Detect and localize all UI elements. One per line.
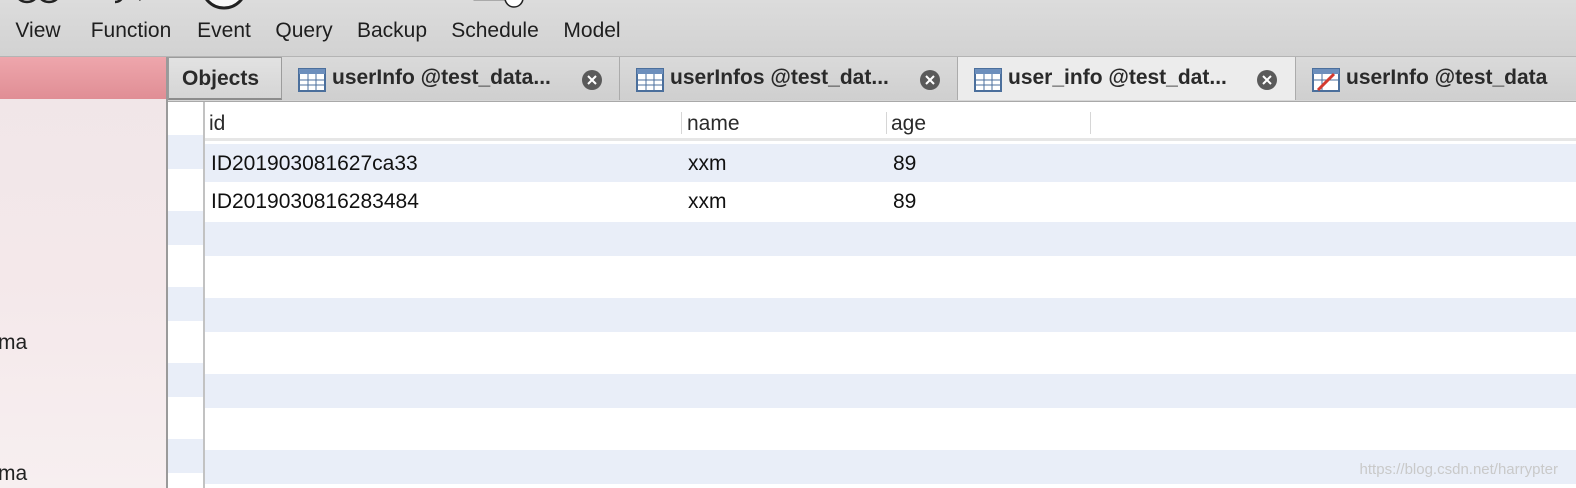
toolbar-function-label: Function bbox=[90, 19, 172, 42]
close-icon[interactable] bbox=[919, 69, 941, 91]
toolbar-view-button[interactable]: View bbox=[8, 0, 68, 56]
sidebar-selected-item[interactable] bbox=[0, 57, 166, 99]
empty-row bbox=[205, 222, 1576, 256]
column-header-age[interactable]: age bbox=[891, 112, 926, 136]
toolbar-function-button[interactable]: Function bbox=[84, 0, 178, 56]
toolbar-event-button[interactable]: Event bbox=[192, 0, 256, 56]
table-edit-icon bbox=[1312, 68, 1340, 92]
data-grid: id name age ID201903081627ca33 xxm 89 ID… bbox=[168, 102, 1576, 488]
event-clock-icon bbox=[205, 0, 243, 10]
tab-userinfo-design[interactable]: userInfo @test_data bbox=[1296, 57, 1576, 100]
empty-row bbox=[205, 298, 1576, 332]
toolbar-query-button[interactable]: Query bbox=[271, 0, 337, 56]
gutter-stripe bbox=[168, 135, 203, 169]
watermark: https://blog.csdn.net/harrypter bbox=[1359, 461, 1558, 478]
cell-age[interactable]: 89 bbox=[893, 152, 916, 176]
cell-id[interactable]: ID201903081627ca33 bbox=[211, 152, 418, 176]
view-icon bbox=[18, 0, 58, 4]
column-divider[interactable] bbox=[886, 112, 887, 134]
table-icon bbox=[636, 68, 664, 92]
tab-user-info-active[interactable]: user_info @test_dat... bbox=[958, 57, 1296, 100]
tab-user-info-label: user_info @test_dat... bbox=[1008, 66, 1227, 89]
query-table-icon bbox=[276, 0, 332, 10]
model-icon bbox=[560, 0, 624, 10]
tab-userinfo-label: userInfo @test_data... bbox=[332, 66, 551, 89]
tab-objects[interactable]: Objects bbox=[168, 57, 282, 100]
table-row[interactable]: ID2019030816283484 xxm 89 bbox=[205, 182, 1576, 220]
cell-name[interactable]: xxm bbox=[688, 190, 727, 214]
schedule-icon bbox=[473, 0, 524, 8]
tab-userinfo-design-label: userInfo @test_data bbox=[1346, 66, 1548, 89]
sidebar-item-ma-1[interactable]: ma bbox=[0, 331, 27, 355]
backup-icon bbox=[357, 0, 427, 10]
column-header-id[interactable]: id bbox=[209, 112, 225, 136]
tab-objects-label: Objects bbox=[182, 67, 260, 90]
toolbar-query-label: Query bbox=[275, 19, 333, 42]
function-icon bbox=[114, 0, 141, 4]
column-divider[interactable] bbox=[1090, 112, 1091, 134]
sidebar-item-ma-2[interactable]: ma bbox=[0, 462, 27, 486]
toolbar-model-button[interactable]: Model bbox=[556, 0, 628, 56]
table-icon bbox=[298, 68, 326, 92]
toolbar-backup-label: Backup bbox=[356, 19, 428, 42]
column-divider[interactable] bbox=[681, 112, 682, 134]
gutter-stripe bbox=[168, 439, 203, 473]
close-icon[interactable] bbox=[1256, 69, 1278, 91]
sidebar: ma ma bbox=[0, 57, 168, 488]
table-icon bbox=[974, 68, 1002, 92]
empty-row bbox=[205, 374, 1576, 408]
cell-age[interactable]: 89 bbox=[893, 190, 916, 214]
toolbar-schedule-label: Schedule bbox=[451, 19, 539, 42]
tab-userinfos[interactable]: userInfos @test_dat... bbox=[620, 57, 958, 100]
toolbar: View Function Event Query Backup Schedul… bbox=[0, 0, 1576, 57]
toolbar-model-label: Model bbox=[563, 19, 621, 42]
table-row[interactable]: ID201903081627ca33 xxm 89 bbox=[205, 144, 1576, 182]
tab-userinfo[interactable]: userInfo @test_data... bbox=[282, 57, 620, 100]
toolbar-view-label: View bbox=[15, 19, 61, 42]
tab-bar: Objects userInfo @test_data... userInfos… bbox=[168, 57, 1576, 102]
tab-userinfos-label: userInfos @test_dat... bbox=[670, 66, 889, 89]
cell-id[interactable]: ID2019030816283484 bbox=[211, 190, 419, 214]
gutter-stripe bbox=[168, 287, 203, 321]
column-header-name[interactable]: name bbox=[687, 112, 740, 136]
grid-header: id name age bbox=[205, 106, 1576, 141]
cell-name[interactable]: xxm bbox=[688, 152, 727, 176]
toolbar-schedule-button[interactable]: Schedule bbox=[444, 0, 546, 56]
row-gutter bbox=[168, 102, 205, 488]
gutter-stripe bbox=[168, 211, 203, 245]
toolbar-backup-button[interactable]: Backup bbox=[350, 0, 434, 56]
close-icon[interactable] bbox=[581, 69, 603, 91]
toolbar-event-label: Event bbox=[197, 19, 251, 42]
gutter-stripe bbox=[168, 363, 203, 397]
